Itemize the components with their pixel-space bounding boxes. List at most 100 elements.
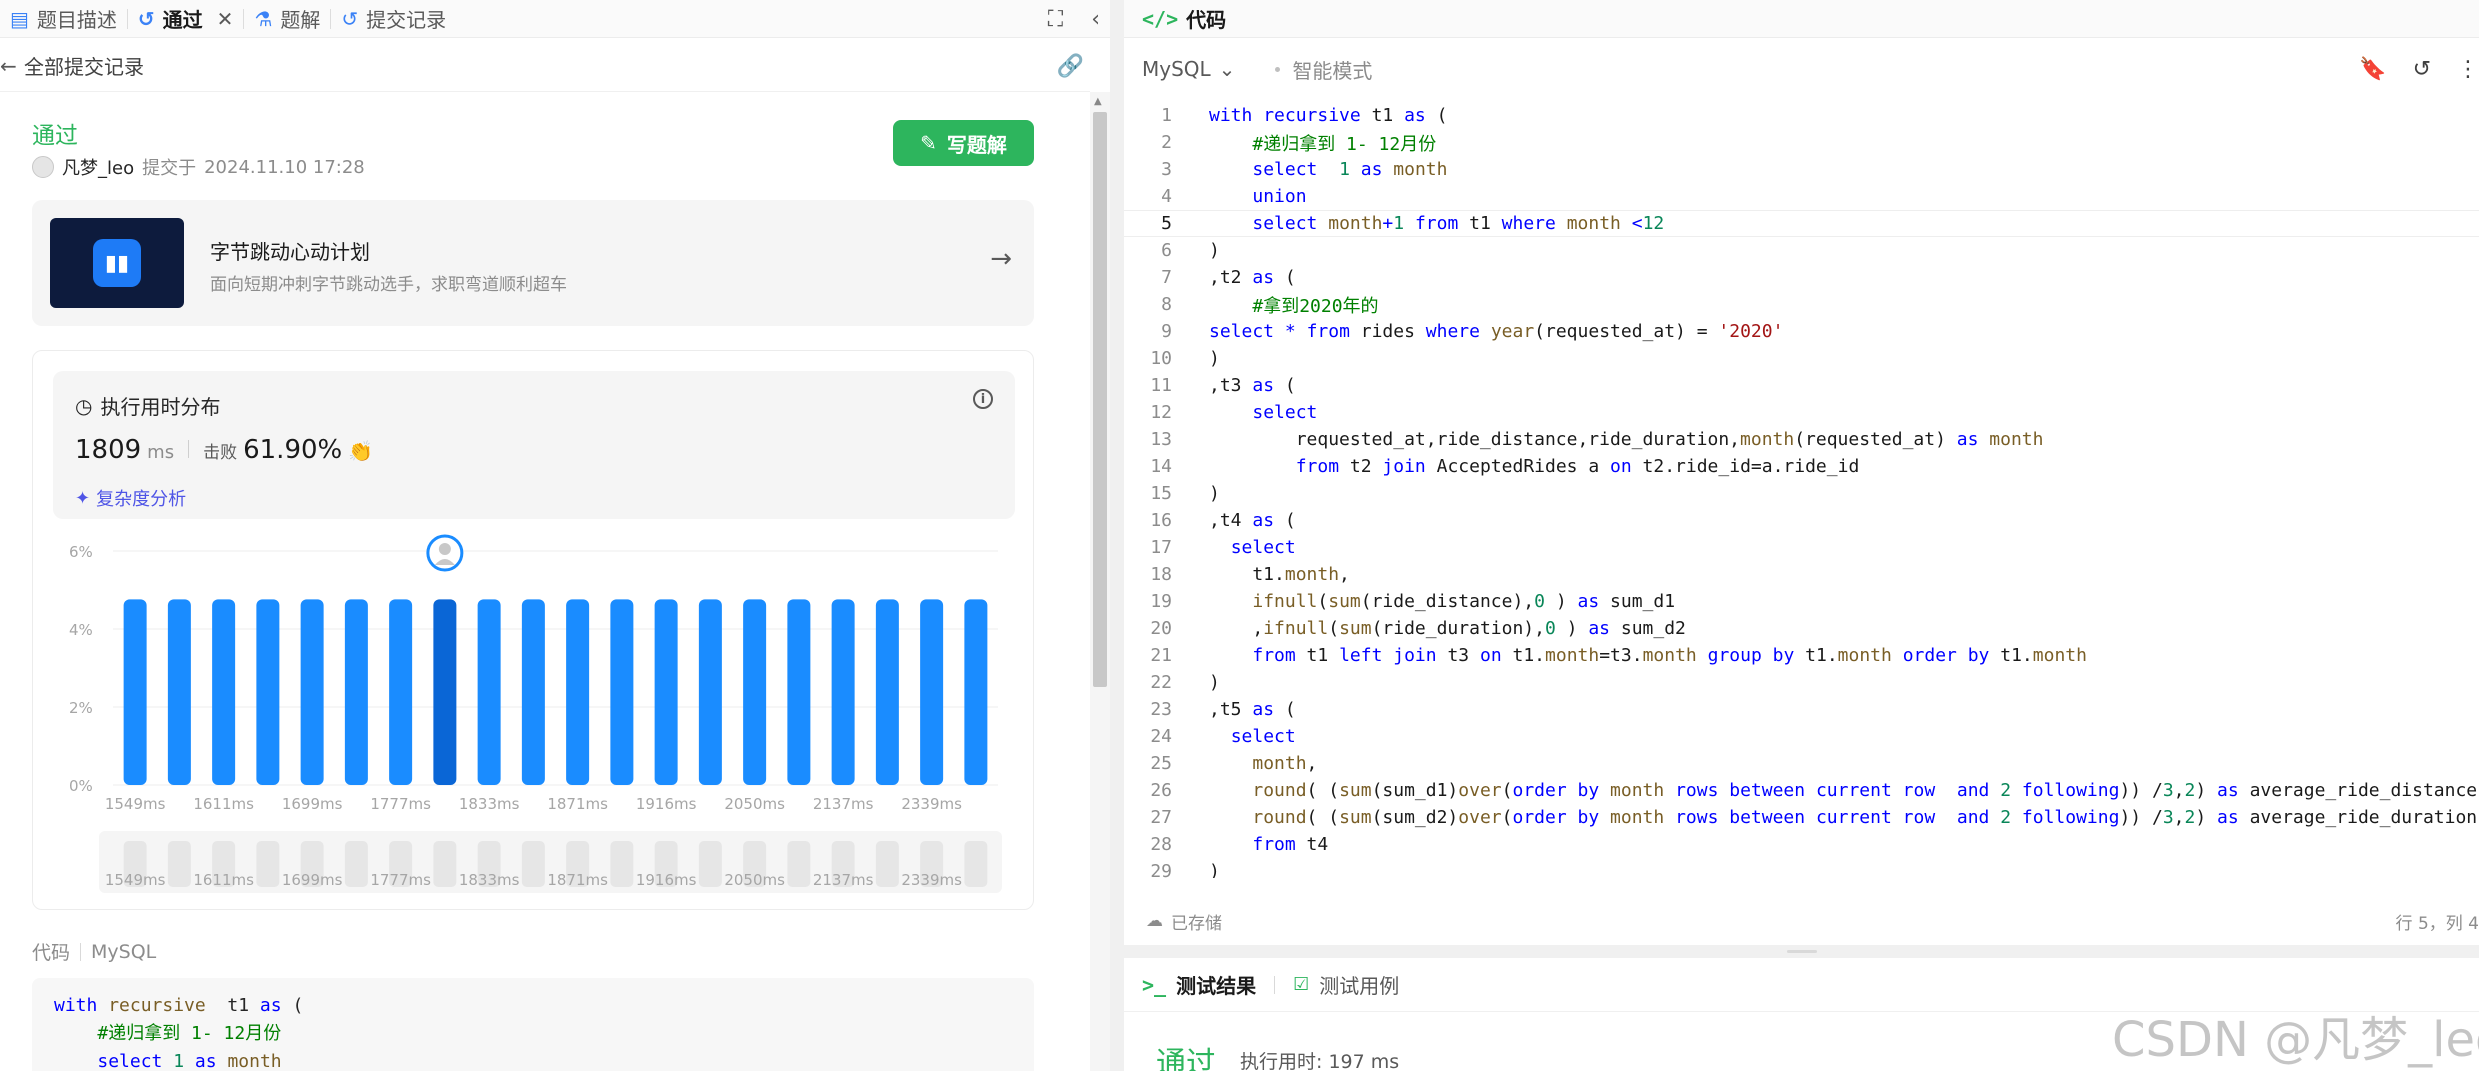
close-tab-icon[interactable]: ✕ bbox=[217, 7, 234, 31]
write-solution-button[interactable]: ✎ 写题解 bbox=[893, 120, 1034, 166]
code-line[interactable]: 12 select bbox=[1124, 399, 2479, 426]
line-number: 10 bbox=[1150, 348, 1172, 369]
line-code: from t4 bbox=[1252, 834, 1329, 855]
line-number: 1 bbox=[1161, 105, 1172, 126]
submission-user[interactable]: 凡梦_leo bbox=[62, 154, 134, 180]
language-select[interactable]: MySQL bbox=[1142, 57, 1211, 81]
left-tabbar: ▤ 题目描述 ↺ 通过 ✕ ⚗ 题解 ↺ 提交记录 ⛶ ‹ bbox=[0, 0, 1110, 38]
navigator-bar bbox=[167, 841, 191, 887]
arrow-right-icon[interactable]: → bbox=[990, 244, 1012, 274]
tab-solutions[interactable]: ⚗ 题解 bbox=[244, 0, 330, 38]
code-line[interactable]: 27 round( (sum(sum_d2)over(order by mont… bbox=[1124, 804, 2479, 831]
navigator-tick-label: 1549ms bbox=[105, 871, 166, 889]
code-line[interactable]: 25 month, bbox=[1124, 750, 2479, 777]
code-editor-panel: </> 代码 MySQL ⌄ 智能模式 🔖 ↺ ⋮ 1 with recursiv… bbox=[1124, 0, 2479, 945]
code-line[interactable]: 6) bbox=[1124, 237, 2479, 264]
code-line[interactable]: 21 from t1 left join t3 on t1.month=t3.m… bbox=[1124, 642, 2479, 669]
collapse-icon[interactable]: ‹ bbox=[1091, 7, 1100, 32]
code-line[interactable]: 24 select bbox=[1124, 723, 2479, 750]
code-line[interactable]: 4 union bbox=[1124, 183, 2479, 210]
more-icon[interactable]: ⋮ bbox=[2457, 57, 2479, 82]
complexity-analysis-link[interactable]: ✦ 复杂度分析 bbox=[75, 485, 186, 511]
code-line[interactable]: 3 select 1 as month bbox=[1124, 156, 2479, 183]
x-tick-label: 1611ms bbox=[193, 795, 254, 813]
code-editor[interactable]: 1 with recursive t1 as (2 #递归拿到 1- 12月份 3 … bbox=[1124, 98, 2479, 878]
code-line[interactable]: 10) bbox=[1124, 345, 2479, 372]
link-icon[interactable]: 🔗 bbox=[1057, 54, 1084, 79]
code-line[interactable]: 22) bbox=[1124, 669, 2479, 696]
back-arrow-icon[interactable]: ← bbox=[0, 54, 24, 78]
line-code: from t2 join AcceptedRides a on t2.ride_… bbox=[1295, 456, 1860, 477]
editor-toolbar-actions: 🔖 ↺ ⋮ bbox=[2359, 48, 2479, 90]
avatar[interactable] bbox=[32, 156, 54, 178]
code-line[interactable]: 14 from t2 join AcceptedRides a on t2.ri… bbox=[1124, 453, 2479, 480]
code-line[interactable]: 7 ,t2 as ( bbox=[1124, 264, 2479, 291]
line-code: ,ifnull(sum(ride_duration),0 ) as sum_d2 bbox=[1209, 618, 1686, 639]
left-panel: ▤ 题目描述 ↺ 通过 ✕ ⚗ 题解 ↺ 提交记录 ⛶ ‹ ← 全部提交记录 🔗… bbox=[0, 0, 1110, 1071]
divider bbox=[80, 942, 82, 961]
scrollbar-thumb[interactable] bbox=[1093, 112, 1107, 687]
line-code: round( (sum(sum_d2)over(order by month r… bbox=[1252, 807, 2478, 828]
preview-code-line: with recursive t1 as ( bbox=[54, 995, 304, 1016]
code-line[interactable]: 5 select month+1 from t1 where month <12 bbox=[1124, 210, 2479, 237]
tab-accepted-label: 通过 bbox=[162, 8, 203, 32]
code-section-header: 代码 MySQL bbox=[32, 938, 156, 965]
editor-result-resizer[interactable] bbox=[1124, 945, 2479, 958]
line-code: select 1 as month bbox=[1252, 159, 1448, 180]
tab-test-cases[interactable]: 测试用例 bbox=[1319, 970, 1399, 999]
tab-test-result[interactable]: 测试结果 bbox=[1176, 970, 1256, 999]
navigator-bar bbox=[610, 841, 634, 887]
editor-toolbar: MySQL ⌄ 智能模式 bbox=[1124, 48, 2479, 90]
code-line[interactable]: 16 ,t4 as ( bbox=[1124, 507, 2479, 534]
x-tick-label: 2050ms bbox=[724, 795, 785, 813]
tab-submissions[interactable]: ↺ 提交记录 bbox=[331, 0, 456, 38]
panel-resizer[interactable] bbox=[1110, 0, 1124, 1071]
reset-icon[interactable]: ↺ bbox=[2413, 57, 2431, 82]
navigator-tick-label: 1916ms bbox=[636, 871, 697, 889]
line-code: ifnull(sum(ride_distance),0 ) as sum_d1 bbox=[1252, 591, 1676, 612]
code-line[interactable]: 23 ,t5 as ( bbox=[1124, 696, 2479, 723]
code-line[interactable]: 20 ,ifnull(sum(ride_duration),0 ) as sum… bbox=[1124, 615, 2479, 642]
all-submissions-link[interactable]: 全部提交记录 bbox=[24, 51, 144, 80]
tab-accepted[interactable]: ↺ 通过 ✕ bbox=[128, 0, 244, 38]
tab-description[interactable]: ▤ 题目描述 bbox=[0, 0, 127, 38]
chart-bar bbox=[566, 599, 590, 785]
line-number: 13 bbox=[1150, 429, 1172, 450]
code-line[interactable]: 15) bbox=[1124, 480, 2479, 507]
y-tick-label: 2% bbox=[69, 699, 93, 717]
line-code: ) bbox=[1209, 672, 1220, 693]
line-code: ,t5 as ( bbox=[1209, 699, 1296, 720]
code-line[interactable]: 2 #递归拿到 1- 12月份 bbox=[1124, 129, 2479, 156]
promo-card[interactable]: ▮▮ 字节跳动心动计划 面向短期冲刺字节跳动选手，求职弯道顺利超车 → bbox=[32, 200, 1034, 326]
line-number: 3 bbox=[1161, 159, 1172, 180]
code-line[interactable]: 19 ifnull(sum(ride_distance),0 ) as sum_… bbox=[1124, 588, 2479, 615]
code-line[interactable]: 18 t1.month, bbox=[1124, 561, 2479, 588]
fullscreen-icon[interactable]: ⛶ bbox=[1048, 7, 1063, 32]
chevron-down-icon[interactable]: ⌄ bbox=[1219, 57, 1236, 81]
code-line[interactable]: 17 select bbox=[1124, 534, 2479, 561]
code-line[interactable]: 26 round( (sum(sum_d1)over(order by mont… bbox=[1124, 777, 2479, 804]
code-line[interactable]: 8 #拿到2020年的 bbox=[1124, 291, 2479, 318]
code-line[interactable]: 9 select * from rides where year(requeste… bbox=[1124, 318, 2479, 345]
smart-mode-toggle[interactable]: 智能模式 bbox=[1292, 55, 1372, 84]
chart-bar bbox=[433, 599, 457, 785]
code-line[interactable]: 1 with recursive t1 as ( bbox=[1124, 102, 2479, 129]
code-line[interactable]: 13 requested_at,ride_distance,ride_durat… bbox=[1124, 426, 2479, 453]
submitted-time: 2024.11.10 17:28 bbox=[204, 156, 365, 178]
navigator-bar bbox=[256, 841, 280, 887]
info-icon[interactable]: i bbox=[973, 389, 993, 409]
bookmark-icon[interactable]: 🔖 bbox=[2359, 57, 2386, 82]
line-code: month, bbox=[1252, 753, 1318, 774]
editor-title: 代码 bbox=[1186, 8, 1227, 32]
beat-label: 击败 bbox=[203, 443, 238, 463]
user-marker-head bbox=[438, 543, 451, 555]
line-code: #拿到2020年的 bbox=[1252, 295, 1379, 317]
scroll-up-arrow-icon[interactable]: ▲ bbox=[1094, 96, 1102, 107]
runtime-unit: ms bbox=[147, 442, 175, 463]
navigator-tick-label: 1833ms bbox=[459, 871, 520, 889]
terminal-icon: >_ bbox=[1142, 972, 1167, 997]
code-line[interactable]: 11 ,t3 as ( bbox=[1124, 372, 2479, 399]
code-line[interactable]: 28 from t4 bbox=[1124, 831, 2479, 858]
line-code: ,t3 as ( bbox=[1209, 375, 1296, 396]
code-line[interactable]: 29) bbox=[1124, 858, 2479, 878]
